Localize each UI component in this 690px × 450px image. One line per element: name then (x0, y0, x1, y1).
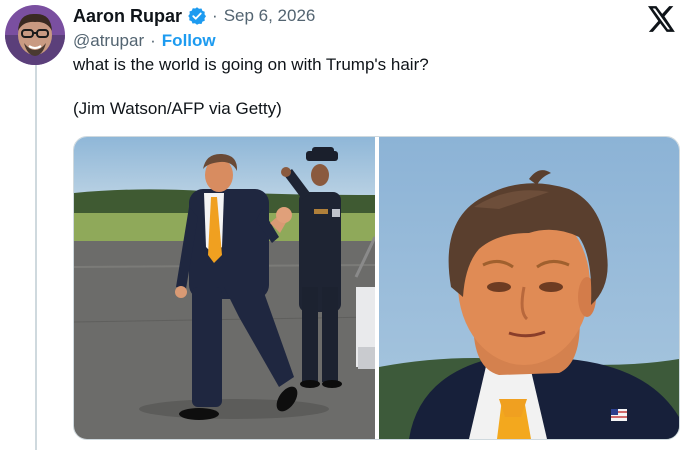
photo-closeup[interactable] (379, 137, 679, 439)
tweet-text-line: what is the world is going on with Trump… (73, 55, 429, 74)
photo-full-body[interactable] (74, 137, 375, 439)
x-logo-icon[interactable] (648, 6, 676, 32)
verified-badge-icon (187, 6, 207, 26)
author-display-name[interactable]: Aaron Rupar (73, 6, 182, 27)
media-grid (73, 136, 680, 440)
tweet-date[interactable]: Sep 6, 2026 (224, 6, 316, 26)
handle-row: @atrupar · Follow (73, 30, 216, 52)
thread-line (35, 62, 37, 450)
author-row: Aaron Rupar · Sep 6, 2026 (73, 5, 315, 27)
tweet-text-line: (Jim Watson/AFP via Getty) (73, 99, 282, 118)
separator-dot: · (150, 31, 156, 50)
author-handle[interactable]: @atrupar (73, 31, 144, 51)
tweet-text: what is the world is going on with Trump… (73, 54, 673, 120)
separator-dot: · (212, 6, 218, 25)
avatar[interactable] (5, 5, 65, 65)
follow-button[interactable]: Follow (162, 31, 216, 51)
